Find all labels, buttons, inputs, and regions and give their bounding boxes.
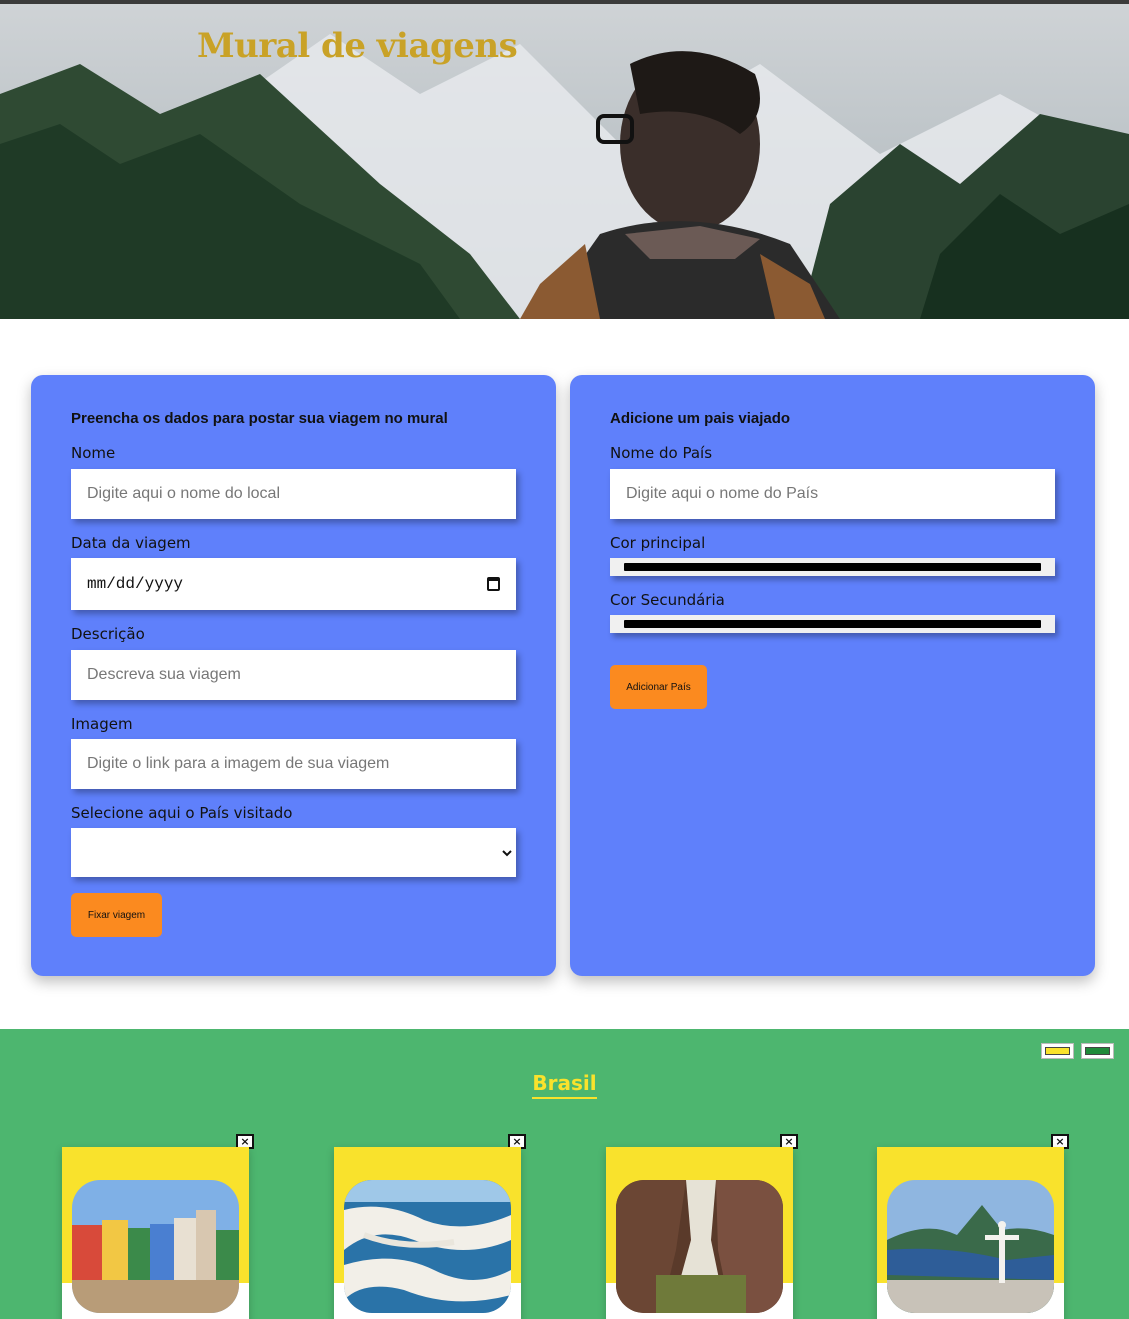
country-form-panel: Adicione um pais viajado Nome do País Di… [570,375,1095,976]
hero-photo [0,4,1129,319]
sand-dunes-lagoons-photo [344,1180,511,1313]
secondary-color-input[interactable] [610,615,1055,633]
image-url-input[interactable]: Digite o link para a imagem de sua viage… [71,739,516,789]
secondary-color-label: Cor Secundária [610,591,725,609]
add-country-button[interactable]: Adicionar País [610,665,707,709]
date-label: Data da viagem [71,534,191,552]
primary-color-button[interactable] [1041,1043,1074,1059]
image-label: Imagem [71,715,133,733]
country-select-label: Selecione aqui o País visitado [71,804,293,822]
name-label: Nome [71,444,116,462]
trip-form-heading: Preencha os dados para postar sua viagem… [71,410,448,427]
secondary-color-button[interactable] [1081,1043,1114,1059]
chevron-down-icon [502,849,512,856]
primary-color-swatch [624,563,1041,571]
name-placeholder: Digite aqui o nome do local [87,485,281,502]
trip-form-panel: Preencha os dados para postar sua viagem… [31,375,556,976]
country-name-label: Nome do País [610,444,713,462]
yellow-swatch-icon [1045,1047,1070,1055]
name-input[interactable]: Digite aqui o nome do local [71,469,516,519]
hero-banner: Mural de viagens [0,4,1129,319]
secondary-color-swatch [624,620,1041,628]
pin-trip-button[interactable]: Fixar viagem [71,893,162,937]
trip-card[interactable] [877,1147,1064,1319]
description-placeholder: Descreva sua viagem [87,666,241,683]
image-placeholder: Digite o link para a imagem de sua viage… [87,755,390,772]
page-title: Mural de viagens [197,26,518,66]
date-value: mm/dd/yyyy [87,575,184,593]
trip-card[interactable] [62,1147,249,1319]
country-form-heading: Adicione um pais viajado [610,410,791,427]
primary-color-label: Cor principal [610,534,706,552]
canyon-river-photo [616,1180,783,1313]
christ-redeemer-bay-photo [887,1180,1054,1313]
date-input[interactable]: mm/dd/yyyy [71,558,516,610]
description-input[interactable]: Descreva sua viagem [71,650,516,700]
trip-card[interactable] [334,1147,521,1319]
description-label: Descrição [71,625,145,643]
country-title: Brasil [532,1071,597,1099]
country-name-input[interactable]: Digite aqui o nome do País [610,469,1055,519]
country-name-placeholder: Digite aqui o nome do País [626,485,819,502]
colonial-street-photo [72,1180,239,1313]
country-section: Brasil × × × × [0,1029,1129,1319]
green-swatch-icon [1085,1047,1110,1055]
trip-card[interactable] [606,1147,793,1319]
primary-color-input[interactable] [610,558,1055,576]
calendar-icon[interactable] [487,577,500,591]
country-select[interactable] [71,828,516,877]
